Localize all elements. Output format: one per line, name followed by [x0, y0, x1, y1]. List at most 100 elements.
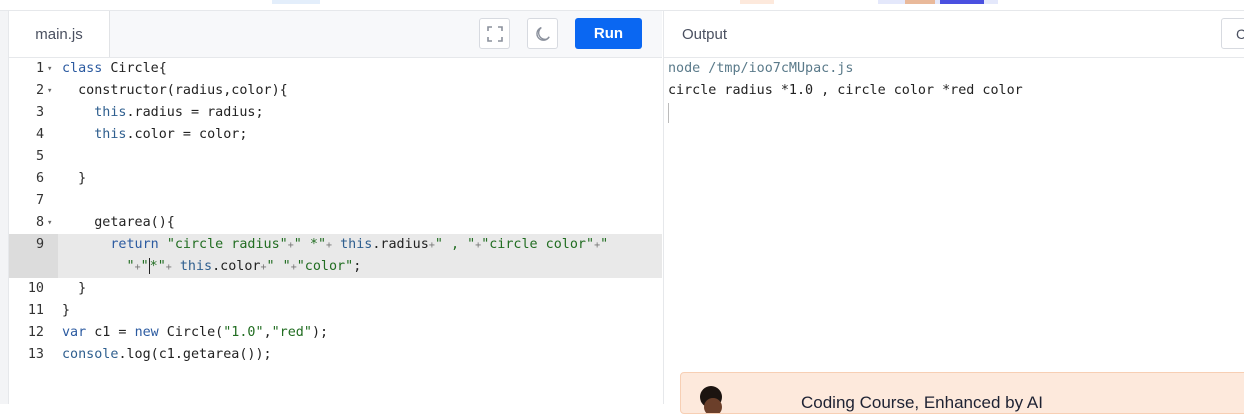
- code-token: "color": [296, 259, 354, 274]
- code-token: }: [62, 171, 87, 186]
- code-line[interactable]: 7: [9, 190, 662, 212]
- code-token: "1.0": [223, 325, 264, 340]
- code-text: constructor(radius,color){: [62, 80, 288, 102]
- code-area[interactable]: 1 ▾ class Circle{2 ▾ constructor(radius,col…: [9, 58, 662, 404]
- ad-banner-fragment: [740, 0, 774, 4]
- console-output[interactable]: node /tmp/ioo7cMUpac.js circle radius *1…: [668, 58, 1023, 123]
- clear-button-label: C: [1236, 25, 1244, 42]
- code-line[interactable]: 10 }: [9, 278, 662, 300]
- run-button-label: Run: [593, 25, 624, 42]
- fold-arrow-icon[interactable]: ▾: [47, 58, 52, 80]
- code-text: console.log(c1.getarea());: [62, 344, 272, 366]
- moon-icon: [535, 26, 550, 41]
- code-line[interactable]: "+"*"+ this.color+" "+"color";: [9, 256, 662, 278]
- output-title: Output: [682, 25, 728, 43]
- code-line[interactable]: 6 }: [9, 168, 662, 190]
- code-line[interactable]: 5: [9, 146, 662, 168]
- code-token: var: [62, 325, 87, 340]
- line-number: [9, 256, 58, 278]
- code-token: }: [62, 281, 87, 296]
- code-line[interactable]: 3 this.radius = radius;: [9, 102, 662, 124]
- code-text: var c1 = new Circle("1.0","red");: [62, 322, 328, 344]
- code-token: .radius: [372, 237, 429, 252]
- line-number: 11: [9, 300, 58, 322]
- line-number: 12: [9, 322, 58, 344]
- file-tab-label: main.js: [35, 25, 83, 43]
- person-avatar-icon: [700, 386, 722, 413]
- code-token: constructor(radius,color){: [62, 83, 288, 98]
- ad-banner-fragment: [905, 0, 935, 4]
- code-token: "circle radius": [166, 237, 288, 252]
- promo-text: Coding Course, Enhanced by AI: [801, 393, 1043, 412]
- code-token: ,: [263, 325, 272, 340]
- code-text: }: [62, 278, 86, 300]
- code-line[interactable]: 12 var c1 = new Circle("1.0","red");: [9, 322, 662, 344]
- line-number: 5: [9, 146, 58, 168]
- run-button[interactable]: Run: [575, 18, 642, 49]
- code-token: .color: [212, 259, 261, 274]
- code-line[interactable]: 1 ▾ class Circle{: [9, 58, 662, 80]
- line-number: 4: [9, 124, 58, 146]
- code-text: this.radius = radius;: [62, 102, 264, 124]
- code-token: );: [311, 325, 329, 340]
- line-number-label: 5: [35, 149, 44, 164]
- code-line[interactable]: 13 console.log(c1.getarea());: [9, 344, 662, 366]
- clear-button[interactable]: C: [1221, 18, 1244, 49]
- code-token: this: [94, 127, 127, 142]
- line-number-label: 13: [27, 347, 44, 362]
- code-token: Circle(: [158, 325, 224, 340]
- console-result-line: circle radius *1.0 , circle color *red c…: [668, 83, 1023, 98]
- code-text: "+"*"+ this.color+" "+"color";: [62, 256, 361, 279]
- line-number-label: 11: [27, 303, 44, 318]
- code-token: "red": [271, 325, 312, 340]
- code-token: this: [94, 105, 127, 120]
- line-number: 9: [9, 234, 58, 256]
- code-line[interactable]: 11}: [9, 300, 662, 322]
- code-token: "circle color": [481, 237, 595, 252]
- code-line[interactable]: 9 return "circle radius"+" *"+ this.radi…: [9, 234, 662, 256]
- line-number: 6: [9, 168, 58, 190]
- fold-arrow-icon[interactable]: ▾: [47, 80, 52, 102]
- fullscreen-icon: [486, 25, 503, 42]
- ad-banner-fragment: [272, 0, 320, 4]
- code-text: this.color = color;: [62, 124, 247, 146]
- code-token: " *": [293, 237, 327, 252]
- left-sidebar-edge: [0, 11, 9, 404]
- code-token: return: [110, 237, 159, 252]
- code-text: }: [62, 300, 70, 322]
- code-line[interactable]: 8 ▾ getarea(){: [9, 212, 662, 234]
- code-token: *": [149, 259, 166, 274]
- code-token: ": [600, 237, 609, 252]
- code-token: ": [126, 259, 135, 274]
- code-token: class: [62, 61, 103, 76]
- ad-banner-fragment: [940, 0, 984, 4]
- fold-arrow-icon[interactable]: ▾: [47, 212, 52, 234]
- code-token: ;: [353, 259, 362, 274]
- line-number-label: 9: [35, 237, 44, 252]
- console-command-line: node /tmp/ioo7cMUpac.js: [668, 61, 854, 76]
- code-line[interactable]: 2 ▾ constructor(radius,color){: [9, 80, 662, 102]
- fullscreen-button[interactable]: [479, 18, 510, 49]
- browser-top-strip: [0, 0, 1244, 11]
- line-number: 13: [9, 344, 58, 366]
- theme-toggle-button[interactable]: [527, 18, 558, 49]
- line-number: 10: [9, 278, 58, 300]
- output-panel: Output C node /tmp/ioo7cMUpac.js circle …: [663, 11, 1244, 414]
- code-token: ": [140, 259, 149, 274]
- code-editor-panel: main.js Run 1 ▾ class Circle{2 ▾ constructo…: [9, 11, 662, 404]
- code-line[interactable]: 4 this.color = color;: [9, 124, 662, 146]
- code-token: this: [179, 259, 213, 274]
- file-tab-main-js[interactable]: main.js: [9, 11, 110, 57]
- code-token: .radius = radius;: [126, 105, 264, 120]
- line-number-label: 4: [35, 127, 44, 142]
- code-token: Circle{: [102, 61, 167, 76]
- promo-banner[interactable]: Coding Course, Enhanced by AI: [680, 372, 1244, 414]
- code-token: .color = color;: [126, 127, 248, 142]
- code-token: c1 =: [86, 325, 135, 340]
- code-text: class Circle{: [62, 58, 167, 80]
